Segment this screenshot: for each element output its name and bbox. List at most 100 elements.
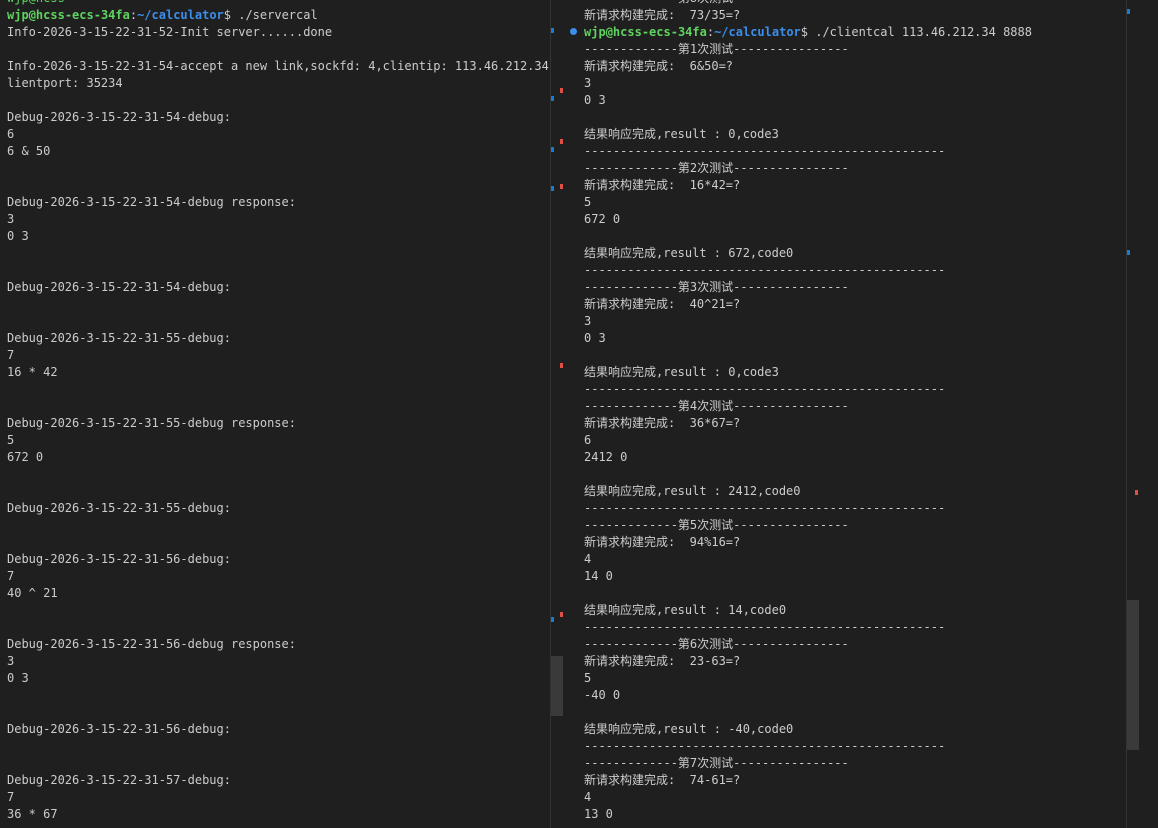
terminal-line: ----------------------------------------… (584, 144, 946, 158)
terminal-line: 6 & 50 (7, 144, 51, 158)
prompt-user: wjp (584, 25, 606, 39)
terminal-line: 新请求构建完成: 74-61=? (584, 773, 741, 787)
terminal-line: Debug-2026-3-15-22-31-57-debug: (7, 773, 231, 787)
scroll-marker (560, 363, 563, 368)
terminal-line: Debug-2026-3-15-22-31-54-debug response: (7, 195, 296, 209)
terminal-line: 新请求构建完成: 36*67=? (584, 416, 741, 430)
terminal-line: Debug-2026-3-15-22-31-54-debug: (7, 110, 231, 124)
terminal-line: 7 (7, 348, 15, 362)
prompt-command: $ ./clientcal 113.46.212.34 8888 (800, 25, 1032, 39)
terminal-line: 0 3 (584, 331, 606, 345)
terminal-line: 36 * 67 (7, 807, 58, 821)
server-log-lines: Info-2026-3-15-22-31-52-Init server.....… (7, 24, 550, 823)
terminal-line: Debug-2026-3-15-22-31-54-debug: (7, 280, 231, 294)
terminal-line: 结果响应完成,result : 0,code3 (584, 365, 779, 379)
terminal-line: -------------第1次测试---------------- (584, 42, 849, 56)
terminal-line: ----------------------------------------… (584, 382, 946, 396)
client-prompt-line: wjp@hcss-ecs-34fa:~/calculator$ ./client… (584, 25, 1032, 39)
terminal-line: 5 (584, 195, 592, 209)
terminal-line: 4 (584, 552, 592, 566)
terminal-line: 13 0 (584, 807, 613, 821)
left-scrollbar[interactable] (551, 0, 566, 828)
scroll-thumb[interactable] (1127, 600, 1139, 750)
terminal-line: Debug-2026-3-15-22-31-55-debug response: (7, 416, 296, 430)
prompt-command: $ ./servercal (223, 8, 318, 22)
server-terminal-pane[interactable]: wjp@hcss wjp@hcss-ecs-34fa:~/calculator$… (0, 0, 550, 828)
terminal-line: 14 0 (584, 569, 613, 583)
scroll-marker (1127, 250, 1130, 255)
prompt-host: hcss-ecs-34fa (35, 8, 130, 22)
terminal-line: 新请求构建完成: 73/35=? (584, 8, 741, 22)
terminal-line: lientport: 35234 (7, 76, 123, 90)
terminal-line: 新请求构建完成: 94%16=? (584, 535, 741, 549)
client-previous-output: -------------第8次测试----------------新请求构建完… (584, 0, 1126, 24)
terminal-line: ----------------------------------------… (584, 620, 946, 634)
scroll-marker (551, 186, 554, 191)
terminal-line: ----------------------------------------… (584, 501, 946, 515)
terminal-line: 新请求构建完成: 6&50=? (584, 59, 734, 73)
terminal-line: 3 (7, 654, 15, 668)
prompt-user: wjp (7, 8, 29, 22)
terminal-line: -------------第6次测试---------------- (584, 637, 849, 651)
terminal-line: 0 3 (7, 671, 29, 685)
terminal-line: Debug-2026-3-15-22-31-56-debug: (7, 552, 231, 566)
client-log-lines: -------------第1次测试---------------- 新请求构建完… (584, 41, 1126, 823)
scroll-marker (560, 88, 563, 93)
terminal-line: Debug-2026-3-15-22-31-56-debug response: (7, 637, 296, 651)
server-prompt-line: wjp@hcss-ecs-34fa:~/calculator$ ./server… (7, 8, 318, 22)
terminal-line: 16 * 42 (7, 365, 58, 379)
right-scrollbar[interactable] (1127, 0, 1158, 828)
terminal-line: -------------第2次测试---------------- (584, 161, 849, 175)
terminal-line: 672 0 (7, 450, 44, 464)
terminal-line: 新请求构建完成: 40^21=? (584, 297, 741, 311)
scroll-marker (551, 147, 554, 152)
terminal-line: -------------第5次测试---------------- (584, 518, 849, 532)
terminal-line: Info-2026-3-15-22-31-52-Init server.....… (7, 25, 333, 39)
terminal-line: 3 (584, 76, 592, 90)
terminal-line: 672 0 (584, 212, 621, 226)
client-terminal-pane[interactable]: -------------第8次测试----------------新请求构建完… (566, 0, 1126, 828)
terminal-line: Info-2026-3-15-22-31-54-accept a new lin… (7, 59, 550, 73)
scroll-marker (551, 617, 554, 622)
prompt-host: hcss-ecs-34fa (612, 25, 707, 39)
terminal-line: ----------------------------------------… (584, 263, 946, 277)
scroll-thumb[interactable] (551, 656, 563, 716)
terminal-line: 新请求构建完成: 16*42=? (584, 178, 741, 192)
terminal-line: 5 (584, 671, 592, 685)
terminal-line: 40 ^ 21 (7, 586, 58, 600)
terminal-line: 0 3 (7, 229, 29, 243)
terminal-line: 3 (7, 212, 15, 226)
terminal-line: 2412 0 (584, 450, 628, 464)
terminal-line: 结果响应完成,result : 672,code0 (584, 246, 794, 260)
terminal-line: 结果响应完成,result : 2412,code0 (584, 484, 801, 498)
scrolled-line: wjp@hcss (7, 0, 550, 7)
client-terminal-output: -------------第8次测试----------------新请求构建完… (584, 0, 1126, 823)
terminal-line: -------------第7次测试---------------- (584, 756, 849, 770)
terminal-line: 结果响应完成,result : 14,code0 (584, 603, 787, 617)
terminal-line: 4 (584, 790, 592, 804)
scroll-marker (560, 139, 563, 144)
scroll-marker (1127, 9, 1130, 14)
terminal-line: -------------第8次测试---------------- (584, 0, 1126, 7)
terminal-line: 6 (7, 127, 15, 141)
